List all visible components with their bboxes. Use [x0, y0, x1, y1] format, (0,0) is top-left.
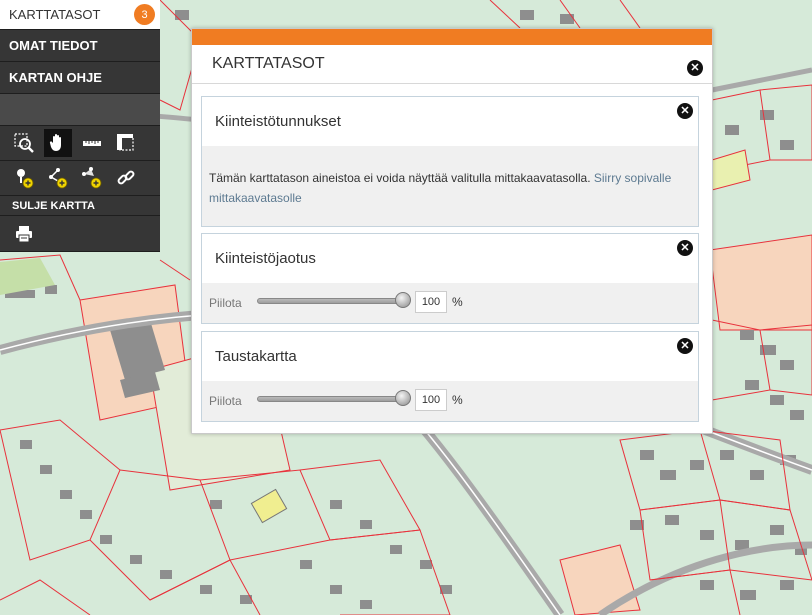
layer-count-badge: 3	[134, 4, 155, 25]
remove-layer-button[interactable]: ✕	[677, 338, 693, 354]
tool-row-print	[0, 216, 160, 252]
add-route-tool[interactable]	[44, 164, 72, 192]
pan-hand-icon	[49, 134, 61, 151]
opacity-input[interactable]: 100	[415, 389, 447, 411]
link-icon	[117, 170, 135, 185]
opacity-slider[interactable]	[257, 396, 407, 402]
opacity-slider-handle[interactable]	[395, 292, 411, 308]
nav-spacer	[0, 94, 160, 126]
percent-sign: %	[452, 295, 463, 309]
close-map-link[interactable]: SULJE KARTTA	[0, 196, 160, 216]
print-tool[interactable]	[10, 220, 38, 248]
opacity-slider-handle[interactable]	[395, 390, 411, 406]
print-icon	[16, 225, 32, 242]
measure-area-tool[interactable]	[112, 129, 140, 157]
nav-item-karttatasot[interactable]: KARTTATASOT 3	[0, 0, 160, 30]
layer-opacity-control: Piilota 100 %	[202, 283, 698, 323]
layer-header: Taustakartta ✕	[202, 332, 698, 381]
dialog-header: KARTTATASOT ✕	[192, 45, 712, 84]
layer-header: Kiinteistötunnukset ✕	[202, 97, 698, 146]
zoom-box-tool[interactable]	[10, 129, 38, 157]
side-navigation: KARTTATASOT 3 OMAT TIEDOT KARTAN OHJE SU…	[0, 0, 160, 252]
nav-item-omat-tiedot-label: OMAT TIEDOT	[9, 38, 98, 53]
map-toolbar: SULJE KARTTA	[0, 126, 160, 252]
pan-tool[interactable]	[44, 129, 72, 157]
layer-panel-kiinteistojaotus: Kiinteistöjaotus ✕ Piilota 100 %	[201, 233, 699, 324]
remove-layer-button[interactable]: ✕	[677, 240, 693, 256]
nav-item-kartan-ohje-label: KARTAN OHJE	[9, 70, 102, 85]
percent-sign: %	[452, 393, 463, 407]
layer-name: Taustakartta	[215, 348, 297, 365]
hide-layer-label[interactable]: Piilota	[209, 296, 242, 310]
layer-panel-taustakartta: Taustakartta ✕ Piilota 100 %	[201, 331, 699, 422]
add-area-tool[interactable]	[78, 164, 106, 192]
link-tool[interactable]	[112, 164, 140, 192]
add-route-icon	[49, 168, 68, 189]
dialog-accent-bar	[192, 29, 712, 45]
measure-area-icon	[117, 134, 134, 151]
map-layers-dialog: KARTTATASOT ✕ Kiinteistötunnukset ✕ Tämä…	[191, 28, 713, 434]
layer-scale-message: Tämän karttatason aineistoa ei voida näy…	[202, 146, 698, 226]
hide-layer-label[interactable]: Piilota	[209, 394, 242, 408]
scale-warning-text: Tämän karttatason aineistoa ei voida näy…	[209, 171, 594, 185]
dialog-title: KARTTATASOT	[212, 55, 325, 72]
layer-opacity-control: Piilota 100 %	[202, 381, 698, 421]
layer-name: Kiinteistötunnukset	[215, 113, 341, 130]
nav-item-omat-tiedot[interactable]: OMAT TIEDOT	[0, 30, 160, 62]
layer-panel-kiinteistotunnukset: Kiinteistötunnukset ✕ Tämän karttatason …	[201, 96, 699, 227]
opacity-slider[interactable]	[257, 298, 407, 304]
opacity-input[interactable]: 100	[415, 291, 447, 313]
layer-name: Kiinteistöjaotus	[215, 250, 316, 267]
zoom-box-icon	[14, 133, 34, 153]
add-marker-icon	[17, 169, 34, 189]
layer-header: Kiinteistöjaotus ✕	[202, 234, 698, 283]
nav-item-kartan-ohje[interactable]: KARTAN OHJE	[0, 62, 160, 94]
dialog-close-button[interactable]: ✕	[687, 60, 703, 76]
add-marker-tool[interactable]	[10, 164, 38, 192]
tool-row-drawing	[0, 161, 160, 196]
measure-line-icon	[83, 141, 101, 146]
tool-row-navigation	[0, 126, 160, 161]
nav-item-karttatasot-label: KARTTATASOT	[9, 7, 101, 22]
measure-line-tool[interactable]	[78, 129, 106, 157]
add-area-icon	[82, 167, 102, 189]
remove-layer-button[interactable]: ✕	[677, 103, 693, 119]
